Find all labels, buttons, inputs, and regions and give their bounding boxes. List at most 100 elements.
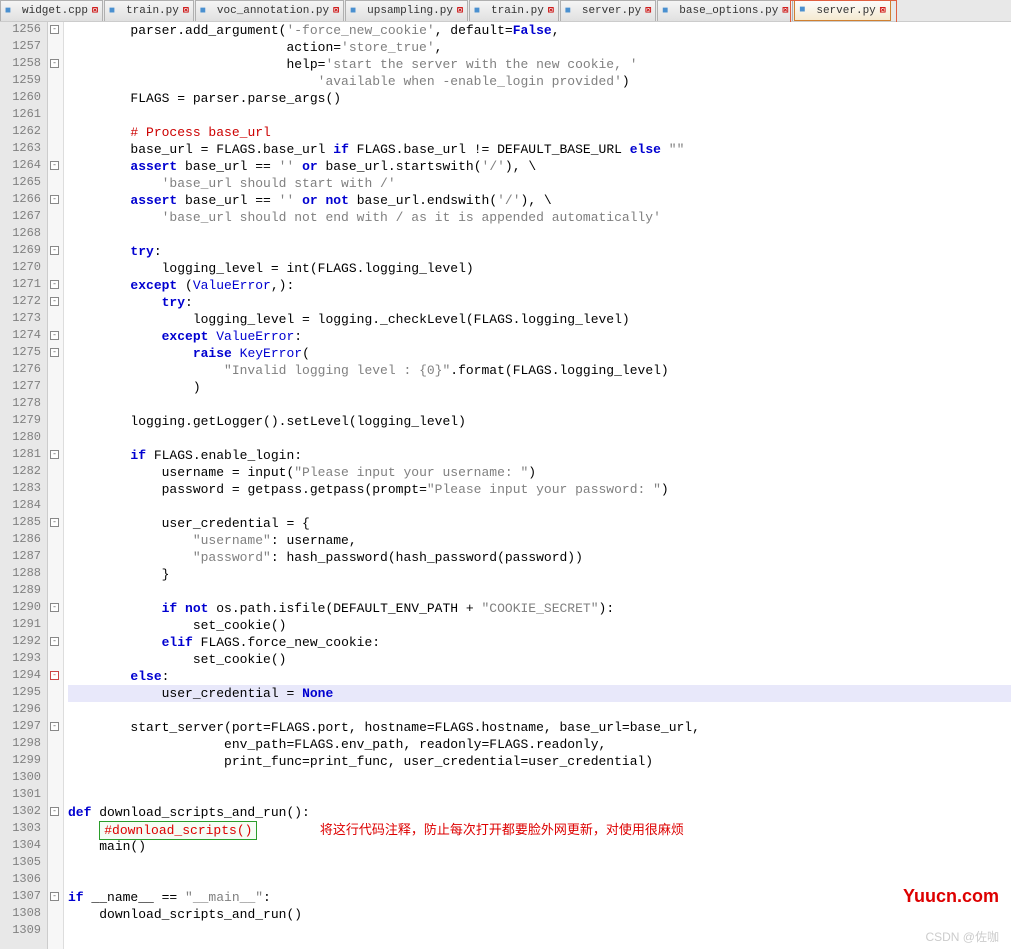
code-line[interactable]: main() (68, 838, 1011, 855)
code-line[interactable]: action='store_true', (68, 39, 1011, 56)
line-number: 1298 (0, 736, 41, 753)
code-line[interactable]: username = input("Please input your user… (68, 464, 1011, 481)
code-line[interactable]: except ValueError: (68, 328, 1011, 345)
code-line[interactable]: else: (68, 668, 1011, 685)
code-line[interactable]: user_credential = None (68, 685, 1011, 702)
code-line[interactable]: raise KeyError( (68, 345, 1011, 362)
code-line[interactable]: except (ValueError,): (68, 277, 1011, 294)
fold-toggle-icon[interactable]: - (50, 807, 59, 816)
tab-label: base_options.py (679, 5, 778, 17)
code-line[interactable]: #download_scripts() 将这行代码注释，防止每次打开都要脸外网更… (68, 821, 1011, 838)
code-line[interactable]: "Invalid logging level : {0}".format(FLA… (68, 362, 1011, 379)
tab-upsampling-py[interactable]: ■upsampling.py⊠ (345, 0, 468, 21)
code-line[interactable] (68, 498, 1011, 515)
file-icon: ■ (474, 5, 488, 17)
fold-toggle-icon[interactable]: - (50, 59, 59, 68)
close-icon[interactable]: ⊠ (782, 5, 788, 17)
tab-server-py[interactable]: ■server.py⊠ (560, 0, 656, 21)
code-line[interactable]: if not os.path.isfile(DEFAULT_ENV_PATH +… (68, 600, 1011, 617)
code-line[interactable] (68, 787, 1011, 804)
close-icon[interactable]: ⊠ (333, 5, 339, 17)
tab-train-py[interactable]: ■train.py⊠ (469, 0, 559, 21)
code-line[interactable]: 'available when -enable_login provided') (68, 73, 1011, 90)
line-number: 1278 (0, 396, 41, 413)
code-line[interactable] (68, 923, 1011, 940)
fold-toggle-icon[interactable]: - (50, 195, 59, 204)
fold-toggle-icon[interactable]: - (50, 603, 59, 612)
code-line[interactable]: logging.getLogger().setLevel(logging_lev… (68, 413, 1011, 430)
code-line[interactable]: def download_scripts_and_run(): (68, 804, 1011, 821)
code-line[interactable]: elif FLAGS.force_new_cookie: (68, 634, 1011, 651)
code-line[interactable]: print_func=print_func, user_credential=u… (68, 753, 1011, 770)
code-line[interactable] (68, 583, 1011, 600)
watermark-yuucn: Yuucn.com (903, 886, 999, 907)
fold-toggle-icon[interactable]: - (50, 671, 59, 680)
code-line[interactable]: assert base_url == '' or base_url.starts… (68, 158, 1011, 175)
close-icon[interactable]: ⊠ (880, 5, 886, 17)
code-line[interactable]: assert base_url == '' or not base_url.en… (68, 192, 1011, 209)
close-icon[interactable]: ⊠ (645, 5, 651, 17)
tab-server-py[interactable]: ■server.py⊠ (794, 0, 890, 21)
code-line[interactable] (68, 107, 1011, 124)
code-line[interactable] (68, 872, 1011, 889)
code-line[interactable]: try: (68, 243, 1011, 260)
code-line[interactable]: } (68, 566, 1011, 583)
code-line[interactable]: "password": hash_password(hash_password(… (68, 549, 1011, 566)
fold-toggle-icon[interactable]: - (50, 722, 59, 731)
line-number: 1284 (0, 498, 41, 515)
code-line[interactable] (68, 855, 1011, 872)
tab-voc_annotation-py[interactable]: ■voc_annotation.py⊠ (195, 0, 344, 21)
fold-toggle-icon[interactable]: - (50, 348, 59, 357)
code-line[interactable] (68, 430, 1011, 447)
code-line[interactable]: # Process base_url (68, 124, 1011, 141)
fold-toggle-icon[interactable]: - (50, 297, 59, 306)
code-line[interactable]: if FLAGS.enable_login: (68, 447, 1011, 464)
code-line[interactable]: logging_level = logging._checkLevel(FLAG… (68, 311, 1011, 328)
line-number: 1291 (0, 617, 41, 634)
code-line[interactable]: set_cookie() (68, 617, 1011, 634)
annotation-text: 将这行代码注释，防止每次打开都要脸外网更新，对使用很麻烦 (320, 822, 684, 837)
tab-train-py[interactable]: ■train.py⊠ (104, 0, 194, 21)
code-line[interactable] (68, 702, 1011, 719)
fold-toggle-icon[interactable]: - (50, 518, 59, 527)
tab-widget-cpp[interactable]: ■widget.cpp⊠ (0, 0, 103, 21)
fold-toggle-icon[interactable]: - (50, 637, 59, 646)
tab-base_options-py[interactable]: ■base_options.py⊠ (657, 0, 793, 21)
code-line[interactable]: download_scripts_and_run() (68, 906, 1011, 923)
code-line[interactable] (68, 770, 1011, 787)
fold-toggle-icon[interactable]: - (50, 280, 59, 289)
code-line[interactable] (68, 226, 1011, 243)
code-line[interactable]: try: (68, 294, 1011, 311)
code-line[interactable]: base_url = FLAGS.base_url if FLAGS.base_… (68, 141, 1011, 158)
code-line[interactable]: set_cookie() (68, 651, 1011, 668)
code-line[interactable]: password = getpass.getpass(prompt="Pleas… (68, 481, 1011, 498)
fold-toggle-icon[interactable]: - (50, 246, 59, 255)
code-line[interactable]: parser.add_argument('-force_new_cookie',… (68, 22, 1011, 39)
fold-toggle-icon[interactable]: - (50, 25, 59, 34)
code-line[interactable]: "username": username, (68, 532, 1011, 549)
fold-toggle-icon[interactable]: - (50, 161, 59, 170)
code-line[interactable]: ) (68, 379, 1011, 396)
code-line[interactable] (68, 396, 1011, 413)
line-number: 1273 (0, 311, 41, 328)
close-icon[interactable]: ⊠ (457, 5, 463, 17)
code-line[interactable]: help='start the server with the new cook… (68, 56, 1011, 73)
line-number: 1270 (0, 260, 41, 277)
code-line[interactable]: env_path=FLAGS.env_path, readonly=FLAGS.… (68, 736, 1011, 753)
close-icon[interactable]: ⊠ (92, 5, 98, 17)
fold-toggle-icon[interactable]: - (50, 331, 59, 340)
code-area[interactable]: parser.add_argument('-force_new_cookie',… (64, 22, 1011, 949)
code-line[interactable]: if __name__ == "__main__": (68, 889, 1011, 906)
code-line[interactable]: FLAGS = parser.parse_args() (68, 90, 1011, 107)
fold-toggle-icon[interactable]: - (50, 892, 59, 901)
code-line[interactable]: user_credential = { (68, 515, 1011, 532)
tab-label: voc_annotation.py (217, 5, 329, 17)
close-icon[interactable]: ⊠ (183, 5, 189, 17)
line-number: 1265 (0, 175, 41, 192)
code-line[interactable]: start_server(port=FLAGS.port, hostname=F… (68, 719, 1011, 736)
code-line[interactable]: 'base_url should not end with / as it is… (68, 209, 1011, 226)
code-line[interactable]: 'base_url should start with /' (68, 175, 1011, 192)
close-icon[interactable]: ⊠ (548, 5, 554, 17)
fold-toggle-icon[interactable]: - (50, 450, 59, 459)
code-line[interactable]: logging_level = int(FLAGS.logging_level) (68, 260, 1011, 277)
